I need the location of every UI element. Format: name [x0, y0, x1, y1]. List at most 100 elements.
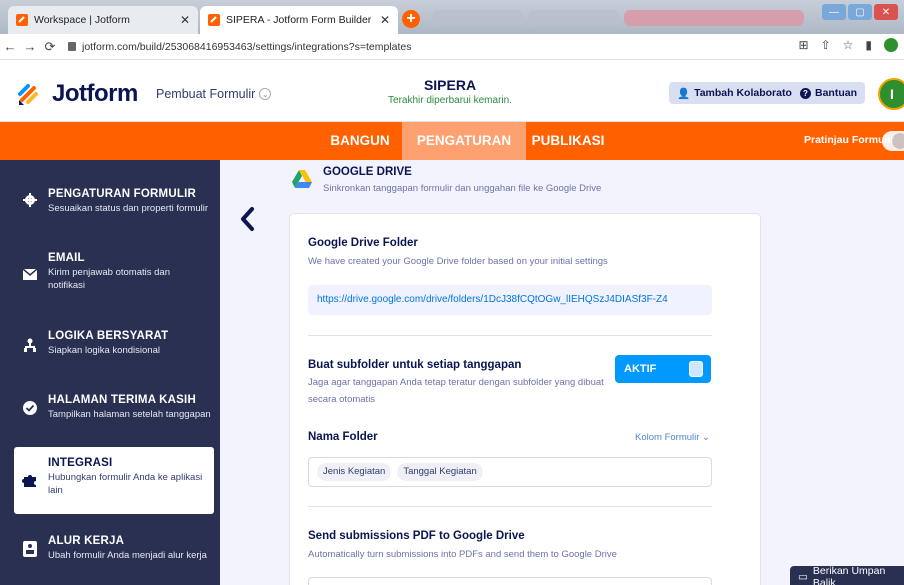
app-header: Jotform Pembuat Formulir ⌄ SIPERA Terakh…	[0, 60, 904, 122]
chevron-down-icon: ⌄	[702, 432, 711, 443]
sidebar-item-title: ALUR KERJA	[48, 535, 125, 547]
folder-tag[interactable]: Tanggal Kegiatan	[397, 463, 483, 481]
add-collaborator-label: Tambah Kolaborator	[694, 87, 796, 99]
address-bar: ← → ⟳ jotform.com/build/253068416953463/…	[0, 34, 904, 60]
new-tab-button[interactable]: +	[402, 10, 420, 28]
maximize-icon[interactable]: ▢	[848, 4, 872, 20]
user-icon: 👤	[677, 87, 691, 100]
jotform-logo[interactable]: Jotform	[18, 80, 138, 108]
forward-arrow-icon[interactable]: →	[20, 39, 40, 54]
sidebar-item-workflow[interactable]: ALUR KERJA Ubah formulir Anda menjadi al…	[0, 535, 220, 562]
browser-tab-workspace[interactable]: Workspace | Jotform ✕	[8, 6, 198, 34]
close-tab-icon[interactable]: ✕	[180, 13, 190, 27]
sidebar-item-integrations[interactable]: INTEGRASI Hubungkan formulir Anda ke apl…	[14, 447, 214, 514]
check-circle-icon	[22, 400, 38, 416]
blurred-tab[interactable]	[432, 10, 522, 26]
integration-settings-card: Google Drive Folder We have created your…	[289, 213, 761, 585]
google-drive-folder-link[interactable]: https://drive.google.com/drive/folders/1…	[308, 285, 712, 315]
lock-icon	[68, 42, 76, 51]
chevron-down-icon: ⌄	[259, 88, 272, 100]
help-icon: ?	[800, 87, 811, 99]
back-chevron-icon[interactable]	[238, 206, 258, 232]
window-controls: — ▢ ✕	[822, 4, 898, 20]
divider	[308, 335, 712, 336]
url-text: jotform.com/build/253068416953463/settin…	[82, 40, 412, 53]
pdf-settings-input[interactable]	[308, 577, 712, 585]
sidebar-item-form-settings[interactable]: PENGATURAN FORMULIR Sesuaikan status dan…	[0, 188, 220, 215]
browser-toolbar-icons: ⊞ ⇧ ☆ ▮	[799, 38, 898, 52]
close-window-icon[interactable]: ✕	[874, 4, 898, 20]
workflow-icon	[22, 541, 38, 557]
builder-nav-bar: BANGUN PENGATURAN PUBLIKASI Pratinjau Fo…	[0, 122, 904, 160]
blurred-tab[interactable]	[528, 10, 618, 26]
sidebar-item-desc: Siapkan logika kondisional	[48, 345, 160, 356]
preview-form-label: Pratinjau Formulir	[804, 134, 895, 146]
close-tab-icon[interactable]: ✕	[380, 13, 390, 27]
sidebar-item-conditional-logic[interactable]: LOGIKA BERSYARAT Siapkan logika kondisio…	[0, 330, 220, 357]
reload-icon[interactable]: ⟳	[40, 39, 60, 55]
form-title[interactable]: SIPERA	[380, 77, 520, 93]
preview-form-toggle[interactable]	[882, 131, 904, 151]
jotform-favicon-icon	[16, 14, 28, 26]
divider	[308, 506, 712, 507]
form-builder-dropdown[interactable]: Pembuat Formulir ⌄	[156, 87, 272, 101]
folder-tag[interactable]: Jenis Kegiatan	[317, 463, 392, 481]
integration-subtitle: Sinkronkan tanggapan formulir dan unggah…	[323, 183, 602, 194]
sidebar-item-title: LOGIKA BERSYARAT	[48, 330, 169, 342]
bookmark-star-icon[interactable]: ☆	[843, 38, 854, 52]
user-avatar[interactable]: I	[878, 78, 904, 110]
sidebar-item-desc: Sesuaikan status dan properti formulir	[48, 203, 208, 214]
logic-tree-icon	[22, 337, 38, 353]
sidebar-item-title: HALAMAN TERIMA KASIH	[48, 394, 196, 406]
logo-text: Jotform	[52, 80, 138, 107]
sidebar-item-desc: Hubungkan formulir Anda ke aplikasi lain	[48, 472, 203, 496]
tab-pengaturan[interactable]: PENGATURAN	[402, 122, 526, 160]
tab-bangun[interactable]: BANGUN	[318, 122, 402, 160]
toggle-label: AKTIF	[624, 363, 657, 375]
url-field[interactable]: jotform.com/build/253068416953463/settin…	[68, 41, 412, 53]
last-updated-text: Terakhir diperbarui kemarin.	[388, 95, 512, 106]
gear-icon	[22, 192, 38, 208]
pdf-label: Send submissions PDF to Google Drive	[308, 530, 525, 542]
sidebar-item-email[interactable]: EMAIL Kirim penjawab otomatis dan notifi…	[0, 252, 190, 292]
form-fields-label: Kolom Formulir	[635, 432, 700, 443]
toggle-knob	[689, 361, 703, 377]
translate-icon[interactable]: ⊞	[799, 38, 809, 52]
folder-label: Google Drive Folder	[308, 237, 418, 249]
folder-description: We have created your Google Drive folder…	[308, 256, 608, 267]
sidebar-item-thank-you-page[interactable]: HALAMAN TERIMA KASIH Tampilkan halaman s…	[0, 394, 220, 421]
folder-name-label: Nama Folder	[308, 431, 378, 443]
sidebar-item-title: INTEGRASI	[48, 457, 113, 469]
builder-label: Pembuat Formulir	[156, 87, 256, 101]
back-arrow-icon[interactable]: ←	[0, 39, 20, 54]
add-collaborator-button[interactable]: 👤 Tambah Kolaborator	[669, 82, 804, 104]
jotform-favicon-icon	[208, 14, 220, 26]
tab-title: SIPERA - Jotform Form Builder	[226, 14, 372, 26]
tab-publikasi[interactable]: PUBLIKASI	[528, 122, 608, 160]
minimize-icon[interactable]: —	[822, 4, 846, 20]
browser-tab-bar: Workspace | Jotform ✕ SIPERA - Jotform F…	[0, 0, 904, 34]
feedback-label: Berikan Umpan Balik	[812, 565, 886, 585]
sidebar-item-title: EMAIL	[48, 252, 85, 264]
help-label: Bantuan	[815, 87, 857, 99]
subfolder-toggle[interactable]: AKTIF	[615, 355, 711, 383]
settings-sidebar: PENGATURAN FORMULIR Sesuaikan status dan…	[0, 160, 220, 585]
pdf-description: Automatically turn submissions into PDFs…	[308, 549, 617, 560]
sidebar-panel-icon[interactable]: ▮	[865, 38, 872, 52]
subfolder-description: Jaga agar tanggapan Anda tetap teratur d…	[308, 377, 604, 405]
envelope-icon	[22, 266, 38, 282]
sidebar-item-title: PENGATURAN FORMULIR	[48, 188, 196, 200]
share-icon[interactable]: ⇧	[821, 38, 831, 52]
jotform-logo-icon	[18, 84, 38, 105]
subfolder-label: Buat subfolder untuk setiap tanggapan	[308, 359, 522, 371]
puzzle-icon	[22, 472, 38, 488]
form-fields-dropdown[interactable]: Kolom Formulir ⌄	[635, 432, 710, 443]
feedback-icon: ▭	[798, 571, 808, 583]
help-button[interactable]: ? Bantuan	[792, 82, 865, 104]
feedback-button[interactable]: ▭ Berikan Umpan Balik	[790, 565, 904, 585]
profile-icon[interactable]	[884, 38, 898, 52]
browser-tab-form-builder[interactable]: SIPERA - Jotform Form Builder ✕	[200, 6, 398, 34]
sidebar-item-desc: Tampilkan halaman setelah tanggapan	[48, 409, 211, 420]
blurred-tab[interactable]	[624, 10, 804, 26]
folder-name-input[interactable]: Jenis Kegiatan Tanggal Kegiatan	[308, 457, 712, 487]
